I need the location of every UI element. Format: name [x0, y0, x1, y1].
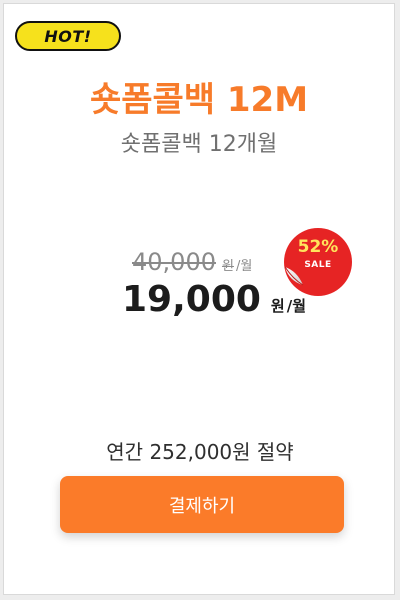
original-price-unit: 원 [221, 259, 234, 274]
discount-percent: 52% [297, 237, 339, 257]
original-price-period: /월 [235, 259, 253, 274]
sale-price-line: 19,000 원 /월 [122, 280, 306, 320]
plan-title: 숏폼콜백 12M [89, 80, 309, 120]
sale-price: 19,000 [122, 279, 261, 320]
discount-sticker: 52% SALE [283, 227, 353, 297]
sale-price-period: /월 [286, 297, 307, 315]
original-price-line: 40,000 원 /월 [132, 248, 252, 276]
discount-sale-label: SALE [304, 260, 332, 270]
pay-button[interactable]: 결제하기 [60, 476, 344, 533]
plan-subtitle: 숏폼콜백 12개월 [120, 132, 278, 157]
hot-badge: HOT! [15, 21, 121, 51]
original-price: 40,000 [132, 248, 216, 276]
annual-savings: 연간 252,000원 절약 [106, 440, 294, 464]
sale-price-unit: 원 [270, 297, 285, 315]
